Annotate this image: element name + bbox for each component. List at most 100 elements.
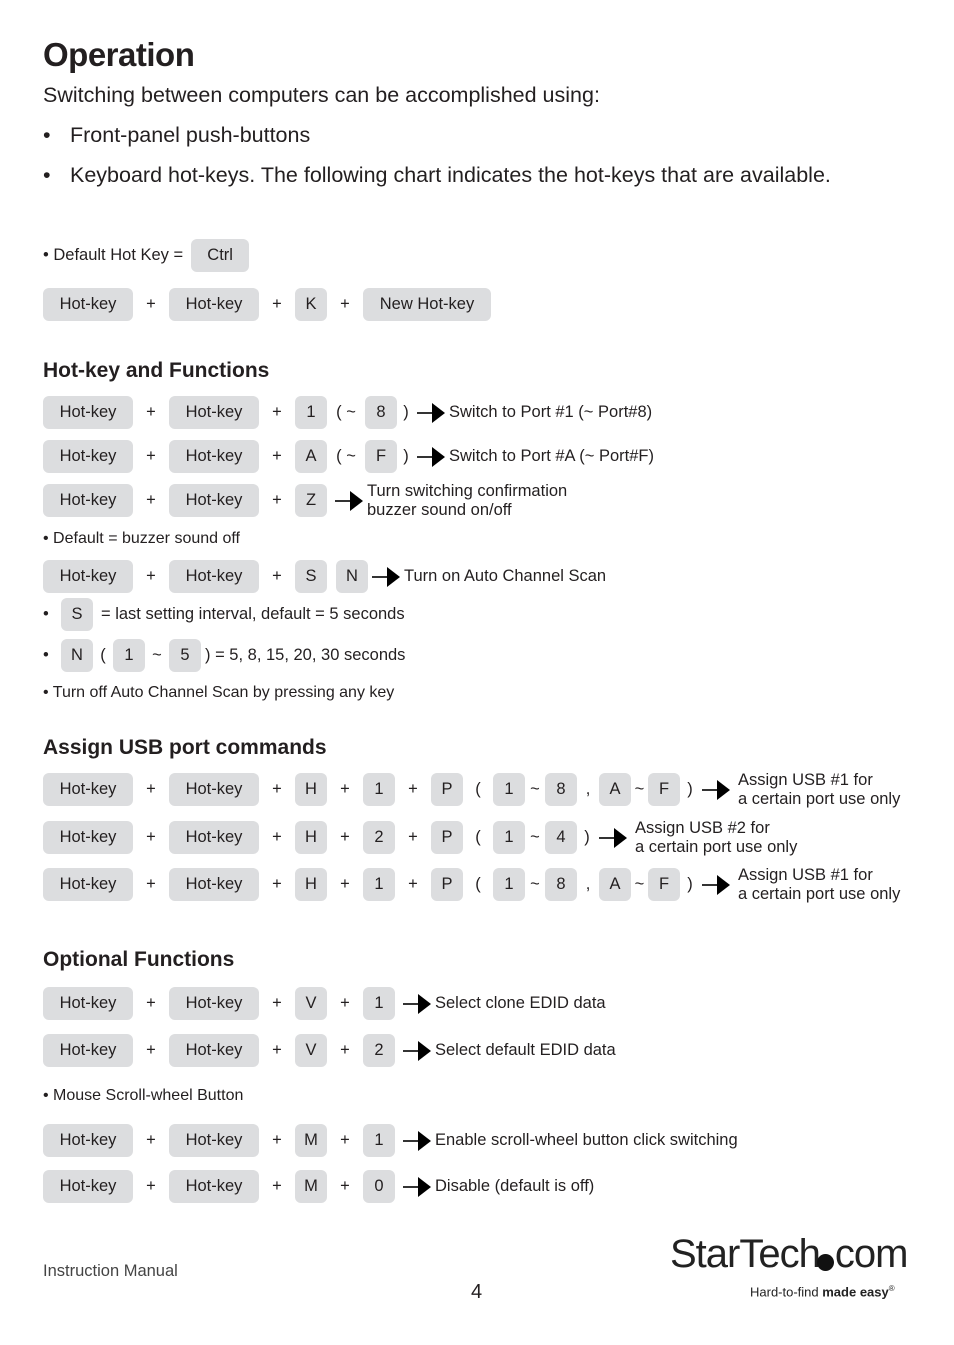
arrow-right-icon [403, 1176, 431, 1197]
arrow-right-icon [599, 827, 627, 848]
key-hotkey: Hot-key [169, 560, 259, 593]
key-h: H [295, 821, 327, 854]
key-hotkey: Hot-key [43, 560, 133, 593]
key-hotkey: Hot-key [169, 1124, 259, 1157]
key-hotkey: Hot-key [169, 987, 259, 1020]
key-8: 8 [545, 868, 577, 901]
key-8: 8 [365, 396, 397, 429]
arrow-right-icon [335, 490, 363, 511]
key-hotkey: Hot-key [169, 288, 259, 321]
key-hotkey: Hot-key [43, 868, 133, 901]
key-hotkey: Hot-key [43, 1124, 133, 1157]
usb-row-2: Hot-key + Hot-key + H + 2 + P ( 1 ~ 4 ) … [43, 819, 797, 856]
logo-dot-icon [816, 1254, 834, 1271]
footer-document-type: Instruction Manual [43, 1262, 178, 1280]
note-auto-scan-off: • Turn off Auto Channel Scan by pressing… [43, 684, 395, 701]
key-8: 8 [545, 773, 577, 806]
key-n: N [61, 639, 93, 672]
key-2: 2 [363, 1034, 395, 1067]
arrow-right-icon [702, 779, 730, 800]
key-hotkey: Hot-key [43, 821, 133, 854]
key-hotkey: Hot-key [43, 1034, 133, 1067]
key-1: 1 [493, 821, 525, 854]
key-hotkey: Hot-key [169, 396, 259, 429]
logo-tagline: Hard-to-find made easy® [750, 1284, 895, 1300]
key-f: F [365, 440, 397, 473]
key-ctrl: Ctrl [191, 239, 250, 272]
key-hotkey: Hot-key [43, 396, 133, 429]
optional-row-scroll-enable: Hot-key + Hot-key + M + 1 Enable scroll-… [43, 1124, 738, 1157]
arrow-right-icon [417, 446, 445, 467]
key-s: S [295, 560, 327, 593]
section-title-optional: Optional Functions [43, 948, 235, 971]
optional-row-default-edid: Hot-key + Hot-key + V + 2 Select default… [43, 1034, 616, 1067]
buzzer-description: Turn switching confirmation buzzer sound … [367, 481, 568, 519]
key-hotkey: Hot-key [169, 868, 259, 901]
key-h: H [295, 868, 327, 901]
key-m: M [295, 1124, 327, 1157]
key-k: K [295, 288, 327, 321]
key-f: F [648, 773, 680, 806]
optional-row-clone-edid: Hot-key + Hot-key + V + 1 Select clone E… [43, 987, 606, 1020]
key-a: A [599, 773, 631, 806]
key-hotkey: Hot-key [169, 440, 259, 473]
key-1: 1 [295, 396, 327, 429]
hotkey-row-port-number: Hot-key + Hot-key + 1 ( ~ 8 ) Switch to … [43, 396, 652, 429]
key-1: 1 [363, 1124, 395, 1157]
key-v: V [295, 1034, 327, 1067]
key-1: 1 [363, 773, 395, 806]
key-hotkey: Hot-key [169, 1034, 259, 1067]
key-n: N [336, 560, 368, 593]
key-hotkey: Hot-key [169, 1170, 259, 1203]
key-z: Z [295, 484, 327, 517]
key-hotkey: Hot-key [169, 484, 259, 517]
arrow-right-icon [403, 1040, 431, 1061]
key-h: H [295, 773, 327, 806]
key-hotkey: Hot-key [43, 440, 133, 473]
bullet-front-panel: • Front-panel push-buttons [43, 123, 311, 147]
page-number: 4 [471, 1281, 483, 1303]
arrow-right-icon [417, 402, 445, 423]
arrow-right-icon [403, 1130, 431, 1151]
key-1: 1 [113, 639, 145, 672]
page-title: Operation [43, 36, 195, 73]
default-hotkey-label: • Default Hot Key = [43, 246, 184, 264]
note-mouse-scroll: • Mouse Scroll-wheel Button [43, 1087, 244, 1104]
key-p: P [431, 821, 463, 854]
key-1: 1 [493, 773, 525, 806]
key-1: 1 [363, 868, 395, 901]
bullet-hotkeys: • Keyboard hot-keys. The following chart … [43, 163, 831, 187]
note-buzzer-default: • Default = buzzer sound off [43, 530, 240, 547]
key-hotkey: Hot-key [43, 773, 133, 806]
key-m: M [295, 1170, 327, 1203]
intro-text: Switching between computers can be accom… [43, 83, 600, 107]
key-a: A [599, 868, 631, 901]
key-hotkey: Hot-key [169, 821, 259, 854]
usb-row-1: Hot-key + Hot-key + H + 1 + P ( 1 ~ 8 , … [43, 771, 900, 808]
arrow-right-icon [403, 993, 431, 1014]
key-f: F [648, 868, 680, 901]
key-hotkey: Hot-key [169, 773, 259, 806]
key-hotkey: Hot-key [43, 987, 133, 1020]
section-title-usb: Assign USB port commands [43, 736, 327, 759]
hotkey-row-port-letter: Hot-key + Hot-key + A ( ~ F ) Switch to … [43, 440, 654, 473]
key-1: 1 [363, 987, 395, 1020]
key-a: A [295, 440, 327, 473]
key-0: 0 [363, 1170, 395, 1203]
section-title-hotkey-functions: Hot-key and Functions [43, 359, 270, 382]
hotkey-row-auto-scan: Hot-key + Hot-key + S N Turn on Auto Cha… [43, 560, 606, 593]
key-p: P [431, 868, 463, 901]
startech-logo: StarTech com [670, 1232, 908, 1276]
key-s: S [61, 598, 93, 631]
key-hotkey: Hot-key [43, 484, 133, 517]
key-4: 4 [545, 821, 577, 854]
default-hotkey-row: • Default Hot Key = Ctrl [43, 239, 250, 272]
arrow-right-icon [372, 566, 400, 587]
key-2: 2 [363, 821, 395, 854]
usb-row-3: Hot-key + Hot-key + H + 1 + P ( 1 ~ 8 , … [43, 866, 900, 903]
key-new-hotkey: New Hot-key [363, 288, 491, 321]
key-hotkey: Hot-key [43, 1170, 133, 1203]
change-hotkey-row: Hot-key + Hot-key + K + New Hot-key [43, 288, 491, 321]
arrow-right-icon [702, 874, 730, 895]
hotkey-row-buzzer: Hot-key + Hot-key + Z Turn switching con… [43, 481, 568, 519]
